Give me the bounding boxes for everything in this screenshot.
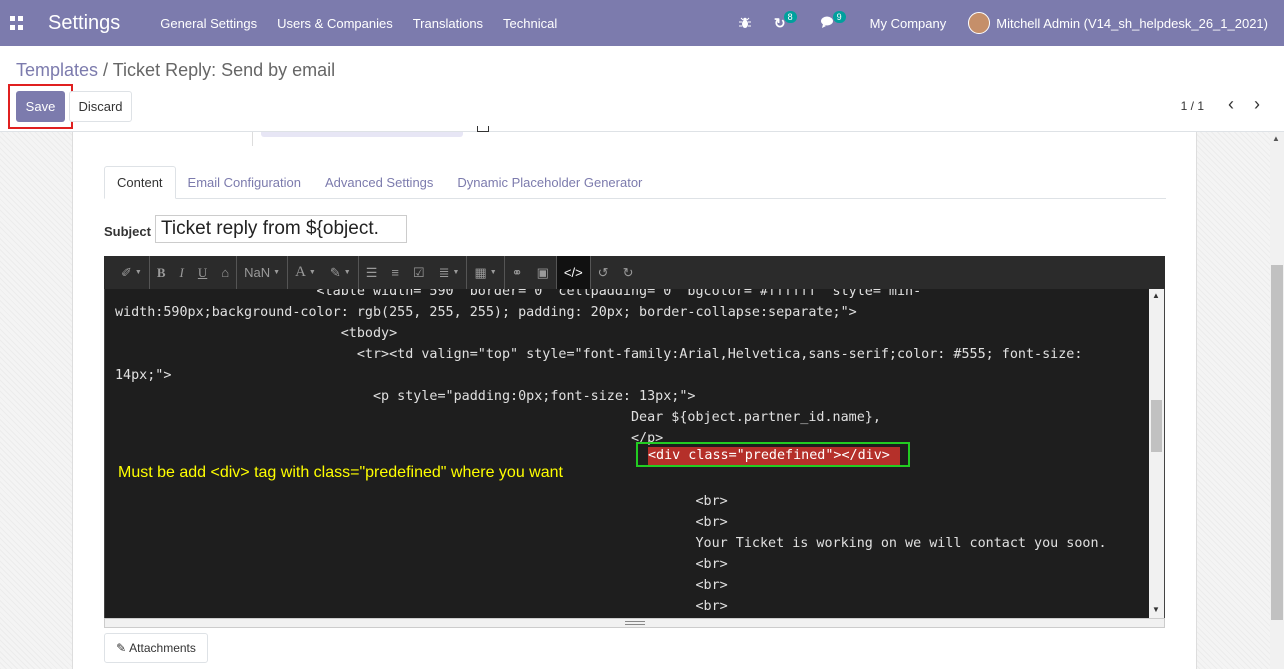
navbar-right: ↻ 8 9 My Company Mitchell Admin (V14_sh_… xyxy=(738,0,1284,46)
app-title[interactable]: Settings xyxy=(48,12,120,35)
sheet-divider xyxy=(252,132,253,146)
pager-next-icon[interactable]: › xyxy=(1254,94,1260,115)
font-size-dropdown[interactable]: NaN ▼ xyxy=(237,256,289,289)
magic-wand-icon: ✐ xyxy=(121,264,132,280)
breadcrumb-current: Ticket Reply: Send by email xyxy=(112,60,336,80)
discard-button[interactable]: Discard xyxy=(69,91,132,122)
subject-input[interactable] xyxy=(155,215,407,243)
tab-email-configuration[interactable]: Email Configuration xyxy=(176,166,313,199)
main-menu: General Settings Users & Companies Trans… xyxy=(160,16,577,31)
tab-dynamic-placeholder-generator[interactable]: Dynamic Placeholder Generator xyxy=(445,166,654,199)
align-icon: ≣ xyxy=(438,264,450,280)
font-color-dropdown[interactable]: A ▼ xyxy=(288,256,323,289)
underline-icon[interactable]: U xyxy=(191,256,214,289)
italic-icon[interactable]: I xyxy=(173,256,191,289)
resize-grip-icon[interactable] xyxy=(625,621,645,625)
messaging-menu[interactable]: 9 xyxy=(820,11,848,31)
html-code-editor[interactable]: <table width="590" border="0" cellpaddin… xyxy=(104,289,1165,628)
attachments-button[interactable]: ✎ Attachments xyxy=(104,633,208,663)
table-icon: ▦ xyxy=(474,264,487,280)
tab-content[interactable]: Content xyxy=(104,166,176,199)
font-color-icon: A xyxy=(295,264,306,280)
page-scroll-up-icon[interactable]: ▲ xyxy=(1272,134,1280,143)
top-navbar: Settings General Settings Users & Compan… xyxy=(0,0,1284,46)
save-button[interactable]: Save xyxy=(16,91,65,122)
highlight-color-dropdown[interactable]: ✎ ▼ xyxy=(323,256,359,289)
page-scrollbar-thumb[interactable] xyxy=(1271,265,1283,620)
ordered-list-icon[interactable]: ≡ xyxy=(384,256,406,289)
activity-menu[interactable]: ↻ 8 xyxy=(774,11,799,32)
annotation-text: Must be add <div> tag with class="predef… xyxy=(118,464,563,481)
link-icon[interactable]: ⚭ xyxy=(505,256,530,289)
attachments-label: Attachments xyxy=(129,641,196,655)
breadcrumb: Templates / Ticket Reply: Send by email xyxy=(16,60,335,81)
pager-previous-icon[interactable]: ‹ xyxy=(1228,94,1234,115)
notebook-tabs: Content Email Configuration Advanced Set… xyxy=(104,166,1166,199)
user-name: Mitchell Admin (V14_sh_helpdesk_26_1_202… xyxy=(996,15,1268,31)
activity-badge: 8 xyxy=(783,11,797,23)
user-menu[interactable]: Mitchell Admin (V14_sh_helpdesk_26_1_202… xyxy=(968,12,1268,34)
pager-value[interactable]: 1 / 1 xyxy=(1181,99,1204,113)
paperclip-icon: ✎ xyxy=(116,641,127,655)
style-dropdown[interactable]: ✐ ▼ xyxy=(114,256,150,289)
apps-menu-icon[interactable] xyxy=(10,16,24,30)
breadcrumb-templates[interactable]: Templates xyxy=(16,60,98,80)
partially-hidden-field xyxy=(261,132,463,137)
company-switcher[interactable]: My Company xyxy=(870,16,947,31)
green-annotation-box xyxy=(636,442,910,467)
tab-advanced-settings[interactable]: Advanced Settings xyxy=(313,166,445,199)
code-content: <table width="590" border="0" cellpaddin… xyxy=(115,289,1107,614)
messages-badge: 9 xyxy=(832,11,846,23)
table-dropdown[interactable]: ▦ ▼ xyxy=(467,256,505,289)
breadcrumb-separator: / xyxy=(98,60,113,80)
control-panel: Templates / Ticket Reply: Send by email … xyxy=(0,46,1284,132)
menu-users-companies[interactable]: Users & Companies xyxy=(277,16,393,31)
unordered-list-icon[interactable]: ☰ xyxy=(359,256,385,289)
code-scroll-down-icon[interactable]: ▼ xyxy=(1152,605,1160,614)
menu-technical[interactable]: Technical xyxy=(503,16,557,31)
undo-icon[interactable]: ↺ xyxy=(591,256,616,289)
bug-icon[interactable] xyxy=(738,16,752,30)
code-scrollbar[interactable] xyxy=(1149,289,1164,618)
eraser-icon[interactable]: ⌂ xyxy=(214,256,238,289)
font-size-value: NaN xyxy=(244,265,271,280)
code-view-icon[interactable]: </> xyxy=(556,256,591,289)
redo-icon[interactable]: ↻ xyxy=(616,256,641,289)
subject-label: Subject xyxy=(104,224,151,239)
avatar xyxy=(968,12,991,34)
paragraph-align-dropdown[interactable]: ≣ ▼ xyxy=(432,256,468,289)
editor-toolbar: ✐ ▼ B I U ⌂ NaN ▼ A ▼ ✎ ▼ ☰ ≡ ☑ ≣ ▼ ▦ ▼ ⚭ ▣ </… xyxy=(104,256,1165,289)
code-scroll-up-icon[interactable]: ▲ xyxy=(1152,291,1160,300)
checklist-icon[interactable]: ☑ xyxy=(406,256,432,289)
brush-icon: ✎ xyxy=(329,264,341,280)
menu-translations[interactable]: Translations xyxy=(413,16,483,31)
code-scrollbar-thumb[interactable] xyxy=(1151,400,1162,452)
image-icon[interactable]: ▣ xyxy=(530,256,557,289)
bold-icon[interactable]: B xyxy=(150,256,173,289)
partially-hidden-checkbox xyxy=(477,126,489,132)
menu-general-settings[interactable]: General Settings xyxy=(160,16,257,31)
